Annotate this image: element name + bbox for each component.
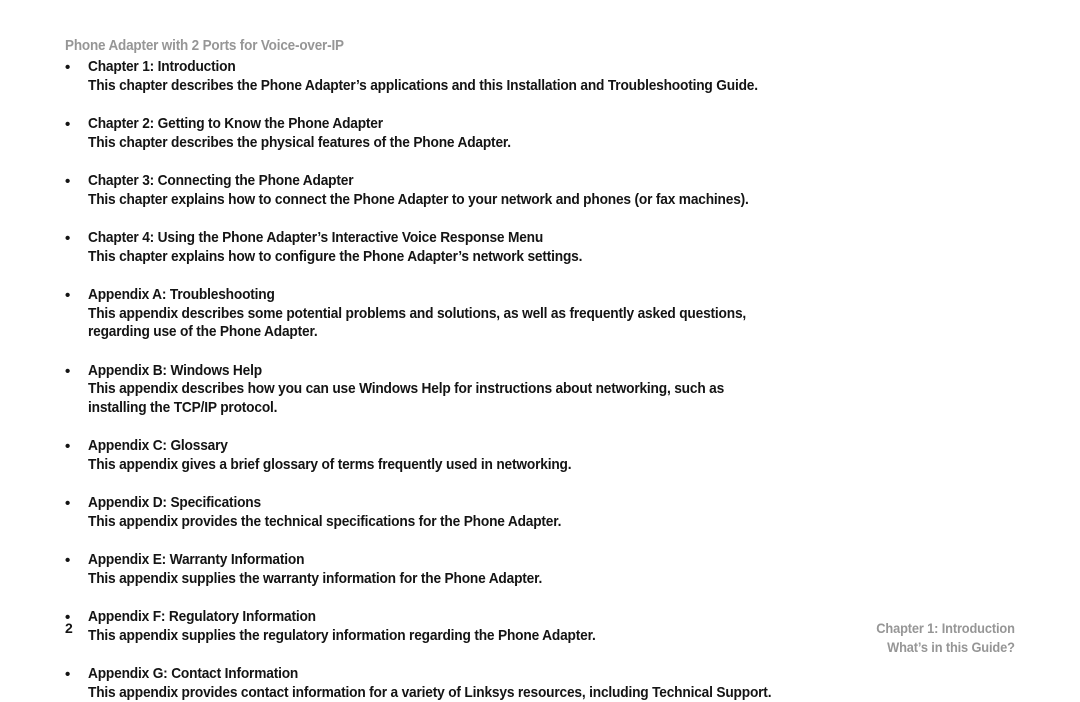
list-item-title: Appendix F: Regulatory Information: [88, 608, 783, 627]
list-item: • Appendix E: Warranty InformationThis ap…: [0, 551, 1080, 588]
bullet-icon: •: [65, 551, 75, 570]
bullet-icon: •: [65, 665, 75, 684]
list-item-description-line: This appendix gives a brief glossary of …: [88, 456, 783, 475]
list-item-description: This chapter describes the physical feat…: [88, 134, 783, 153]
list-item: • Chapter 2: Getting to Know the Phone Ad…: [0, 115, 1080, 152]
bullet-icon: •: [65, 494, 75, 513]
list-item-title: Chapter 1: Introduction: [88, 58, 783, 77]
list-item-description-line: This chapter explains how to connect the…: [88, 191, 783, 210]
footer-reference: Chapter 1: Introduction What’s in this G…: [869, 620, 1015, 657]
list-item-description: This appendix provides contact informati…: [88, 684, 783, 702]
list-item-description-line: This appendix supplies the regulatory in…: [88, 627, 783, 646]
list-item-description: This appendix describes some potential p…: [88, 305, 783, 342]
list-item-description-line: This chapter describes the physical feat…: [88, 134, 783, 153]
footer-section-reference: What’s in this Guide?: [876, 639, 1015, 658]
list-item-title: Appendix D: Specifications: [88, 494, 783, 513]
list-item-description-line: This appendix provides contact informati…: [88, 684, 783, 702]
list-item-description: This chapter explains how to configure t…: [88, 248, 783, 267]
list-item-title: Appendix B: Windows Help: [88, 362, 783, 381]
list-item-title: Chapter 3: Connecting the Phone Adapter: [88, 172, 783, 191]
list-item: • Appendix G: Contact InformationThis app…: [0, 665, 1080, 702]
bullet-icon: •: [65, 362, 75, 381]
list-item-description-line: This appendix describes some potential p…: [88, 305, 783, 324]
list-item-description-line: This appendix supplies the warranty info…: [88, 570, 783, 589]
list-item-description: This chapter describes the Phone Adapter…: [88, 77, 783, 96]
running-header: Phone Adapter with 2 Ports for Voice-ove…: [65, 38, 344, 54]
list-item-description: This appendix gives a brief glossary of …: [88, 456, 783, 475]
bullet-icon: •: [65, 58, 75, 77]
list-item-title: Chapter 4: Using the Phone Adapter’s Int…: [88, 229, 783, 248]
list-item-description: This appendix supplies the warranty info…: [88, 570, 783, 589]
list-item-description: This chapter explains how to connect the…: [88, 191, 783, 210]
list-item: • Appendix D: SpecificationsThis appendix…: [0, 494, 1080, 531]
list-item-description-line: installing the TCP/IP protocol.: [88, 399, 783, 418]
document-page: Phone Adapter with 2 Ports for Voice-ove…: [0, 0, 1080, 698]
chapter-overview-list: •Chapter 1: IntroductionThis chapter des…: [0, 58, 1080, 702]
list-item-description-line: This chapter describes the Phone Adapter…: [88, 77, 783, 96]
bullet-icon: •: [65, 437, 75, 456]
list-item-title: Appendix G: Contact Information: [88, 665, 783, 684]
footer-chapter-reference: Chapter 1: Introduction: [876, 620, 1015, 639]
list-item-title: Appendix E: Warranty Information: [88, 551, 783, 570]
list-item: • Appendix B: Windows HelpThis appendix d…: [0, 362, 1080, 418]
list-item: • Chapter 3: Connecting the Phone Adapter…: [0, 172, 1080, 209]
bullet-icon: •: [65, 229, 75, 248]
list-item-title: Appendix C: Glossary: [88, 437, 783, 456]
list-item: • Chapter 4: Using the Phone Adapter’s In…: [0, 229, 1080, 266]
bullet-icon: •: [65, 172, 75, 191]
list-item-description-line: regarding use of the Phone Adapter.: [88, 323, 783, 342]
list-item: • Appendix C: GlossaryThis appendix gives…: [0, 437, 1080, 474]
list-item-description: This appendix provides the technical spe…: [88, 513, 783, 532]
page-number: 2: [65, 620, 73, 636]
list-item-title: Appendix A: Troubleshooting: [88, 286, 783, 305]
list-item-description-line: This chapter explains how to configure t…: [88, 248, 783, 267]
bullet-icon: •: [65, 286, 75, 305]
list-item-description: This appendix describes how you can use …: [88, 380, 783, 417]
list-item: • Chapter 1: IntroductionThis chapter des…: [0, 58, 1080, 95]
list-item: • Appendix A: TroubleshootingThis appendi…: [0, 286, 1080, 342]
list-item-description: This appendix supplies the regulatory in…: [88, 627, 783, 646]
list-item-description-line: This appendix describes how you can use …: [88, 380, 783, 399]
list-item-title: Chapter 2: Getting to Know the Phone Ada…: [88, 115, 783, 134]
list-item-description-line: This appendix provides the technical spe…: [88, 513, 783, 532]
bullet-icon: •: [65, 115, 75, 134]
